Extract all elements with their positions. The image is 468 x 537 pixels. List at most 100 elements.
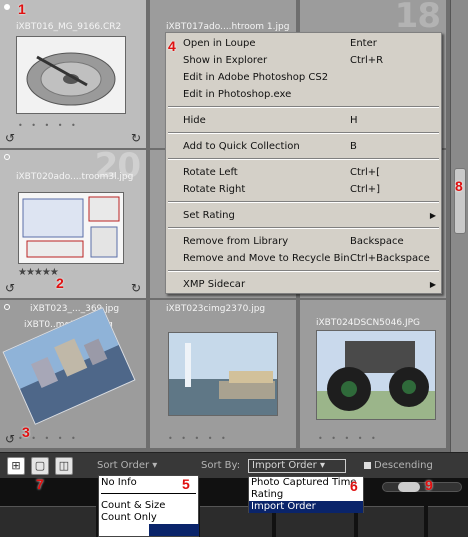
rotate-left-icon[interactable]: ↺ xyxy=(5,131,15,145)
menu-item-shortcut: B xyxy=(350,141,357,152)
annotation-number: 8 xyxy=(455,178,463,194)
filmstrip-frame[interactable] xyxy=(0,506,96,537)
sort-by-select[interactable]: Import Order ▾ xyxy=(248,459,346,473)
rotating-thumbnail[interactable] xyxy=(2,307,136,425)
grid-cell[interactable]: 20 iXBT020ado....troom3l.jpg ★★★★★ ↺ ↻ xyxy=(0,150,148,300)
menu-item-remove-and-recycle[interactable]: Remove and Move to Recycle Bin Ctrl+Backs… xyxy=(166,251,441,266)
cell-filename: iXBT024DSCN5046.JPG xyxy=(316,318,420,328)
dropdown-separator xyxy=(101,493,196,494)
library-toolbar: ⊞ ▢ ◫ Sort Order ▾ Sort By: Import Order… xyxy=(0,452,468,478)
thumbnail-size-slider[interactable] xyxy=(382,482,462,492)
filmstrip xyxy=(0,478,468,537)
compare-view-button[interactable]: ◫ xyxy=(55,457,73,475)
rotate-right-icon[interactable]: ↻ xyxy=(131,281,141,295)
rating-dots[interactable]: • • • • • xyxy=(318,434,379,443)
menu-item-xmp-sidecar[interactable]: XMP Sidecar ▶ xyxy=(166,277,441,292)
menu-separator xyxy=(168,201,439,203)
badge-icon xyxy=(4,4,10,10)
context-menu: Open in Loupe Enter Show in Explorer Ctrl+… xyxy=(165,32,442,294)
menu-item-edit-in-photoshop-exe[interactable]: Edit in Photoshop.exe xyxy=(166,87,441,102)
menu-item-label: Remove from Library xyxy=(183,236,289,247)
compare-view-icon: ◫ xyxy=(58,459,70,472)
menu-item-open-in-loupe[interactable]: Open in Loupe Enter xyxy=(166,36,441,51)
rating-dots[interactable]: • • • • • xyxy=(18,121,79,130)
menu-item-shortcut: Ctrl+Backspace xyxy=(350,253,430,264)
dropdown-option-selected[interactable]: Import Order xyxy=(249,501,363,513)
annotation-number: 9 xyxy=(425,477,433,493)
grid-scrollbar[interactable] xyxy=(450,0,468,452)
menu-item-rotate-left[interactable]: Rotate Left Ctrl+[ xyxy=(166,165,441,180)
loupe-view-icon: ▢ xyxy=(34,459,46,472)
menu-item-rotate-right[interactable]: Rotate Right Ctrl+] xyxy=(166,182,441,197)
menu-item-hide[interactable]: Hide H xyxy=(166,113,441,128)
rating-dots[interactable]: • • • • • xyxy=(168,434,229,443)
annotation-number: 6 xyxy=(350,478,358,494)
menu-separator xyxy=(168,132,439,134)
badge-icon xyxy=(4,304,10,310)
sort-order-menu[interactable]: Sort Order ▾ xyxy=(97,460,157,471)
lightroom-library-screen: { "grid": { "cells": [ {"num": "", "file… xyxy=(0,0,468,537)
menu-item-label: Hide xyxy=(183,115,206,126)
menu-item-label: Show in Explorer xyxy=(183,55,268,66)
cell-filename: iXBT016_MG_9166.CR2 xyxy=(16,22,122,32)
hard-drive-photo xyxy=(17,37,125,113)
dropdown-option[interactable]: Photo Captured Time xyxy=(249,477,363,489)
annotation-number: 3 xyxy=(22,424,30,440)
cell-filename: iXBT020ado....troom3l.jpg xyxy=(16,172,134,182)
menu-item-label: Edit in Adobe Photoshop CS2 xyxy=(183,72,329,83)
screenshot-photo xyxy=(19,193,123,263)
rotate-left-icon[interactable]: ↺ xyxy=(5,432,15,446)
submenu-arrow-icon: ▶ xyxy=(429,280,436,289)
dropdown-option[interactable]: Count & Size xyxy=(99,500,198,512)
rotate-left-icon[interactable]: ↺ xyxy=(5,281,15,295)
fountain-photo xyxy=(169,333,277,415)
menu-separator xyxy=(168,106,439,108)
submenu-arrow-icon: ▶ xyxy=(429,211,436,220)
dropdown-option[interactable]: Rating xyxy=(249,489,363,501)
menu-item-label: XMP Sidecar xyxy=(183,279,246,290)
menu-item-label: Rotate Right xyxy=(183,184,246,195)
menu-item-edit-in-photoshop-cs2[interactable]: Edit in Adobe Photoshop CS2 xyxy=(166,70,441,85)
descending-checkbox[interactable] xyxy=(364,462,371,469)
annotation-number: 5 xyxy=(182,476,190,492)
menu-item-shortcut: Ctrl+R xyxy=(350,55,384,66)
grid-view-button[interactable]: ⊞ xyxy=(7,457,25,475)
menu-item-set-rating[interactable]: Set Rating ▶ xyxy=(166,208,441,223)
menu-item-add-to-quick-collection[interactable]: Add to Quick Collection B xyxy=(166,139,441,154)
menu-item-label: Edit in Photoshop.exe xyxy=(183,89,292,100)
cell-index-number: 18 xyxy=(394,0,441,36)
rotate-right-icon[interactable]: ↻ xyxy=(131,131,141,145)
menu-item-show-in-explorer[interactable]: Show in Explorer Ctrl+R xyxy=(166,53,441,68)
descending-label: Descending xyxy=(374,460,433,471)
annotation-number: 2 xyxy=(56,275,64,291)
grid-cell[interactable]: iXBT016_MG_9166.CR2 • • • • • ↺ ↻ xyxy=(0,0,148,150)
menu-item-label: Open in Loupe xyxy=(183,38,256,49)
filmstrip-frame[interactable] xyxy=(358,506,424,537)
menu-separator xyxy=(168,270,439,272)
menu-separator xyxy=(168,158,439,160)
menu-item-label: Rotate Left xyxy=(183,167,238,178)
menu-item-shortcut: Ctrl+] xyxy=(350,184,381,195)
menu-separator xyxy=(168,227,439,229)
thumbnail-image[interactable] xyxy=(16,36,126,114)
thumbnail-image[interactable] xyxy=(316,330,436,420)
annotation-number: 1 xyxy=(18,1,26,17)
grid-cell[interactable]: iXBT023cimg2370.jpg • • • • • xyxy=(150,300,298,450)
badge-icon xyxy=(4,154,10,160)
thumbnail-image[interactable] xyxy=(168,332,278,416)
thumbnail-image[interactable] xyxy=(18,192,124,264)
sort-by-label: Sort By: xyxy=(201,460,241,471)
menu-item-shortcut: Backspace xyxy=(350,236,404,247)
menu-item-label: Remove and Move to Recycle Bin xyxy=(183,253,350,264)
monster-truck-photo xyxy=(317,331,435,419)
slider-knob[interactable] xyxy=(398,482,420,492)
cell-filename: iXBT023cimg2370.jpg xyxy=(166,304,266,314)
filmstrip-frame[interactable] xyxy=(428,506,468,537)
menu-item-remove-from-library[interactable]: Remove from Library Backspace xyxy=(166,234,441,249)
loupe-view-button[interactable]: ▢ xyxy=(31,457,49,475)
dropdown-option-highlighted[interactable] xyxy=(149,524,199,536)
sort-by-dropdown: Photo Captured Time Rating Import Order xyxy=(248,476,364,513)
rating-stars[interactable]: ★★★★★ xyxy=(18,267,59,278)
dropdown-option[interactable]: Count Only xyxy=(99,512,198,524)
grid-cell[interactable]: iXBT024DSCN5046.JPG • • • • • xyxy=(300,300,448,450)
